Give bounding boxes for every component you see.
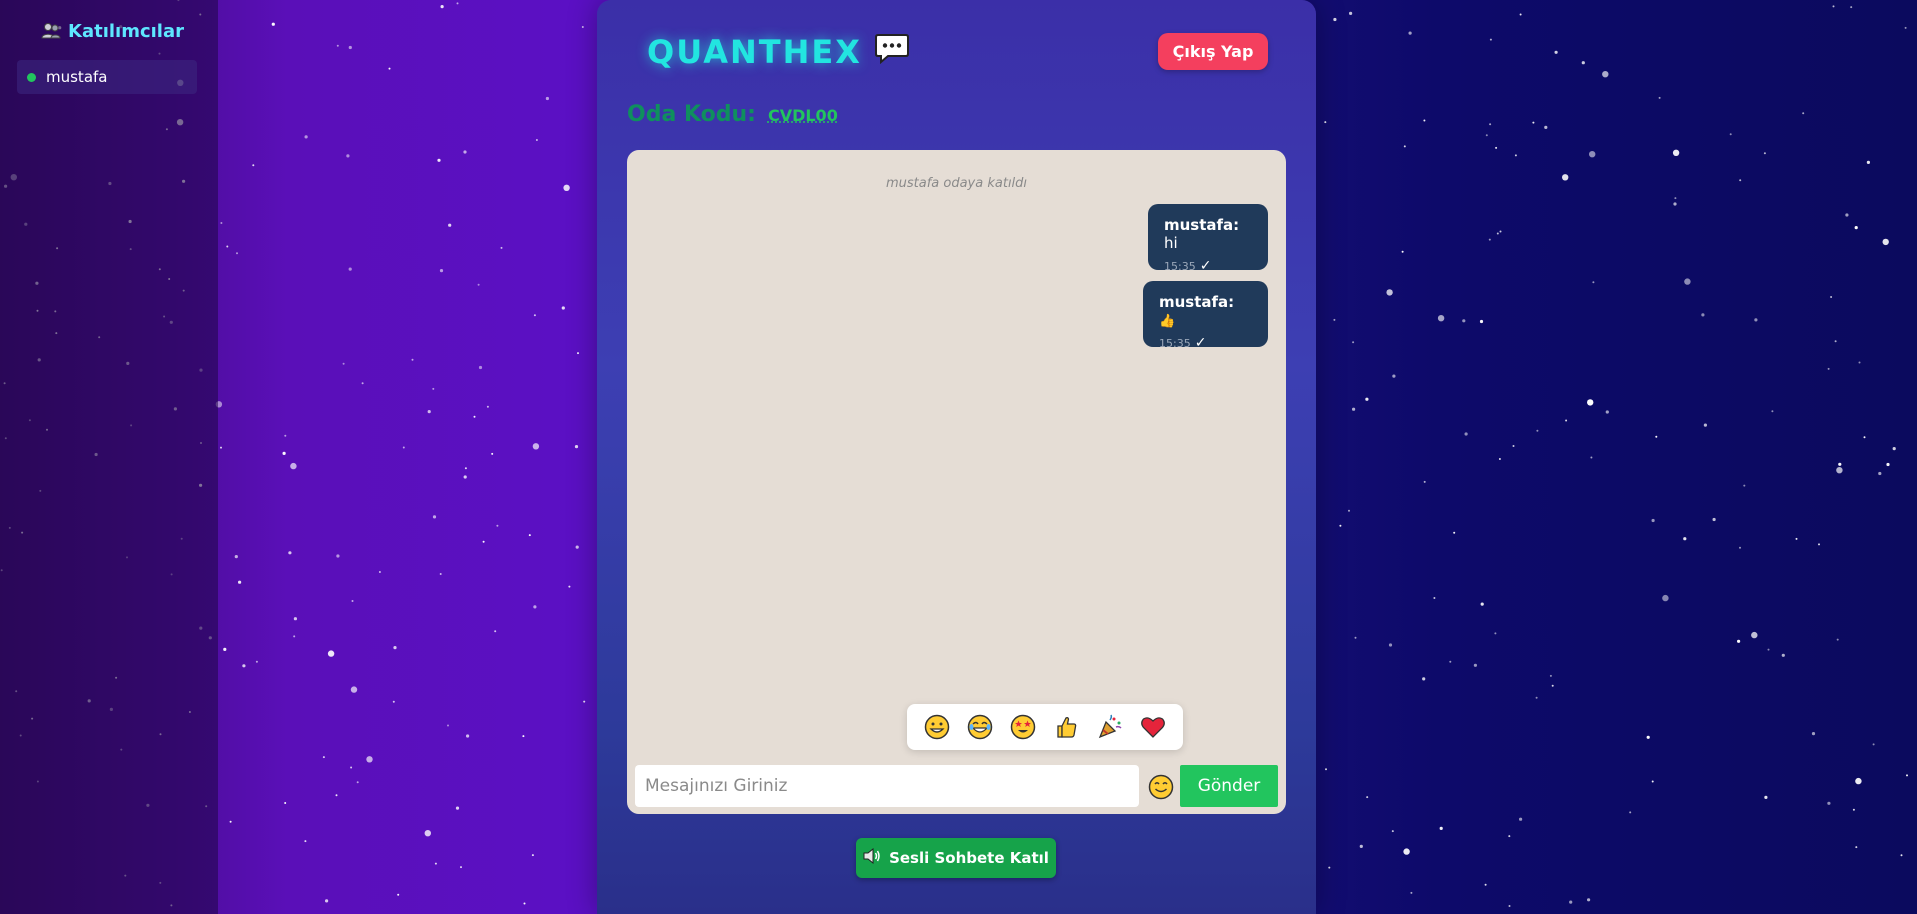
chat-bubble-icon — [874, 32, 910, 72]
message-bubble: mustafa: 👍 15:35 ✓ — [1143, 281, 1268, 351]
message-input[interactable] — [635, 765, 1139, 807]
chat-messages-area[interactable]: mustafa odaya katıldı mustafa: hi 15:35 ✓… — [627, 150, 1286, 814]
system-message: mustafa odaya katıldı — [885, 176, 1028, 191]
send-button[interactable]: Gönder — [1180, 765, 1278, 807]
room-code-value[interactable]: CVDL00 — [768, 106, 838, 125]
message-time: 15:35 — [1159, 336, 1191, 350]
logout-button[interactable]: Çıkış Yap — [1158, 33, 1268, 70]
participant-name: mustafa — [46, 68, 108, 86]
message-sender: mustafa: — [1159, 293, 1235, 311]
emoji-picker — [907, 704, 1183, 750]
online-status-dot — [27, 72, 36, 82]
chat-panel: QUANTHEX Çıkış Yap Oda Kodu: CVDL00 must… — [597, 0, 1316, 914]
brand: QUANTHEX — [647, 32, 910, 72]
sent-check-icon: ✓ — [1199, 258, 1212, 274]
message-text: 👍 — [1159, 314, 1176, 329]
star-struck-emoji-icon[interactable] — [1008, 712, 1038, 742]
room-code-row: Oda Kodu: CVDL00 — [627, 102, 838, 127]
room-code-label: Oda Kodu: — [627, 102, 756, 127]
message-sender: mustafa: — [1164, 216, 1240, 234]
message-text: hi — [1164, 234, 1178, 252]
brand-title: QUANTHEX — [647, 33, 862, 71]
participant-item[interactable]: mustafa — [17, 60, 197, 94]
join-voice-chat-label: Sesli Sohbete Katıl — [889, 849, 1049, 867]
message-time: 15:35 — [1164, 259, 1196, 273]
emoji-toggle-icon[interactable] — [1148, 774, 1176, 802]
join-voice-chat-button[interactable]: Sesli Sohbete Katıl — [856, 838, 1056, 878]
message-bubble: mustafa: hi 15:35 ✓ — [1148, 204, 1268, 274]
sent-check-icon: ✓ — [1194, 335, 1207, 351]
party-popper-emoji-icon[interactable] — [1095, 712, 1125, 742]
users-icon — [40, 20, 62, 42]
participants-title: Katılımcılar — [40, 20, 184, 42]
participants-title-label: Katılımcılar — [68, 20, 184, 42]
participants-sidebar: Katılımcılar mustafa — [0, 0, 218, 914]
thumbs-up-emoji-icon[interactable] — [1052, 712, 1082, 742]
red-heart-emoji-icon[interactable] — [1138, 712, 1168, 742]
grinning-face-emoji-icon[interactable] — [922, 712, 952, 742]
tears-of-joy-emoji-icon[interactable] — [965, 712, 995, 742]
speaker-icon — [863, 847, 881, 868]
